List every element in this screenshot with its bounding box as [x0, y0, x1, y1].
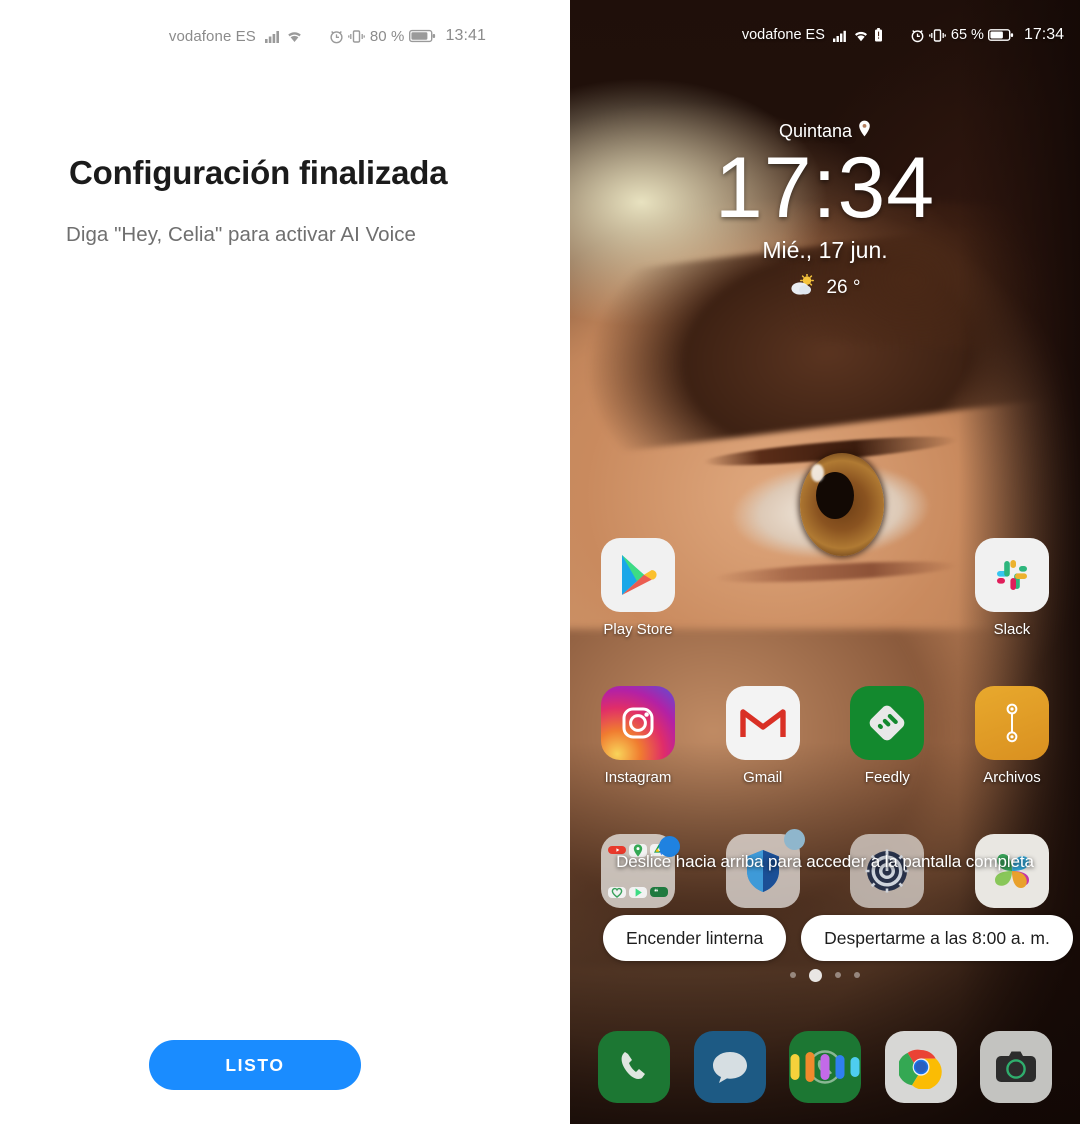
lock-clock-widget[interactable]: Quintana 17:34 Mié., 17 jun. 26 ° [570, 120, 1080, 302]
files-icon [974, 686, 1049, 760]
right-screen-home: vodafone ES 65 % 17:34 Quintana 17:34 Mi… [570, 0, 1080, 1124]
wifi-icon [286, 29, 303, 43]
temperature-label: 26 ° [826, 276, 861, 298]
battery-percent-label: 80 % [369, 27, 405, 45]
dock-chrome[interactable] [884, 1031, 957, 1103]
app-instagram[interactable]: Instagram [600, 686, 676, 834]
app-label: Gmail [743, 769, 783, 786]
battery-icon [987, 28, 1014, 42]
dock-messages[interactable] [693, 1031, 766, 1103]
done-button[interactable]: LISTO [149, 1040, 361, 1090]
gmail-icon [725, 686, 800, 760]
app-label: Archivos [983, 769, 1041, 786]
app-play-store[interactable]: Play Store [600, 538, 676, 686]
alarm-icon [329, 29, 344, 44]
page-indicator [570, 968, 1080, 982]
location-pin-icon [858, 120, 871, 142]
chip-alarm[interactable]: Despertarme a las 8:00 a. m. [801, 915, 1073, 961]
notification-badge [783, 829, 805, 850]
app-grid-row: Play Store Slack [570, 538, 1080, 686]
slack-icon [974, 538, 1049, 612]
app-label: Feedly [864, 769, 910, 786]
signal-icon [264, 29, 282, 43]
instagram-icon [601, 686, 675, 760]
clock-label: 17:34 [1023, 26, 1064, 43]
page-subtitle: Diga "Hey, Celia" para activar AI Voice [66, 223, 416, 246]
dock-camera[interactable] [980, 1031, 1052, 1103]
dual-screenshot: vodafone ES 80 % 13:41 Configuración fin… [0, 0, 1080, 1124]
app-label: Play Store [603, 621, 673, 638]
app-feedly[interactable]: Feedly [849, 686, 925, 834]
clock-date: Mié., 17 jun. [762, 236, 888, 263]
feedly-icon [850, 686, 925, 760]
wifi-icon [853, 29, 869, 42]
fullscreen-hint-text: Deslice hacia arriba para acceder a la p… [616, 852, 1034, 871]
app-slack[interactable]: Slack [974, 538, 1050, 686]
battery-saver-icon [873, 27, 884, 43]
signal-icon [832, 29, 849, 42]
left-status-bar: vodafone ES 80 % 13:41 [0, 27, 570, 45]
clock-label: 13:41 [445, 27, 486, 44]
app-gmail[interactable]: Gmail [725, 686, 801, 834]
svg-text:❝: ❝ [654, 888, 658, 897]
weather-row: 26 ° [570, 273, 1080, 302]
dock-whatsapp[interactable] [789, 1031, 861, 1103]
page-dot[interactable] [835, 972, 841, 978]
dock [570, 1031, 1080, 1103]
suggestion-chips: Encender linterna Despertarme a las 8:00… [603, 915, 1080, 961]
carrier-label: vodafone ES [741, 27, 825, 43]
clock-time: 17:34 [714, 140, 936, 236]
vibrate-icon [348, 29, 365, 44]
left-screen-setup-complete: vodafone ES 80 % 13:41 Configuración fin… [0, 0, 570, 1124]
right-status-bar: vodafone ES 65 % 17:34 [570, 26, 1080, 44]
alarm-icon [910, 28, 925, 43]
ai-voice-bars-icon [790, 1052, 860, 1082]
location-row: Quintana [570, 120, 1080, 142]
page-dot-active[interactable] [809, 968, 822, 982]
app-archivos[interactable]: Archivos [974, 686, 1050, 834]
page-title: Configuración finalizada [69, 154, 448, 191]
chip-flashlight[interactable]: Encender linterna [603, 915, 787, 961]
app-label: Instagram [604, 769, 672, 786]
partly-cloudy-icon [789, 273, 819, 302]
location-label: Quintana [778, 120, 853, 141]
carrier-label: vodafone ES [168, 27, 256, 45]
page-dot[interactable] [790, 972, 796, 978]
app-grid-row: Instagram Gmail Feedly Archivos [570, 686, 1080, 834]
battery-percent-label: 65 % [950, 27, 984, 43]
vibrate-icon [929, 28, 946, 43]
dock-phone[interactable] [598, 1031, 670, 1103]
page-dot[interactable] [854, 972, 860, 978]
battery-icon [409, 29, 436, 43]
play-store-icon [601, 538, 675, 612]
app-label: Slack [993, 621, 1031, 638]
